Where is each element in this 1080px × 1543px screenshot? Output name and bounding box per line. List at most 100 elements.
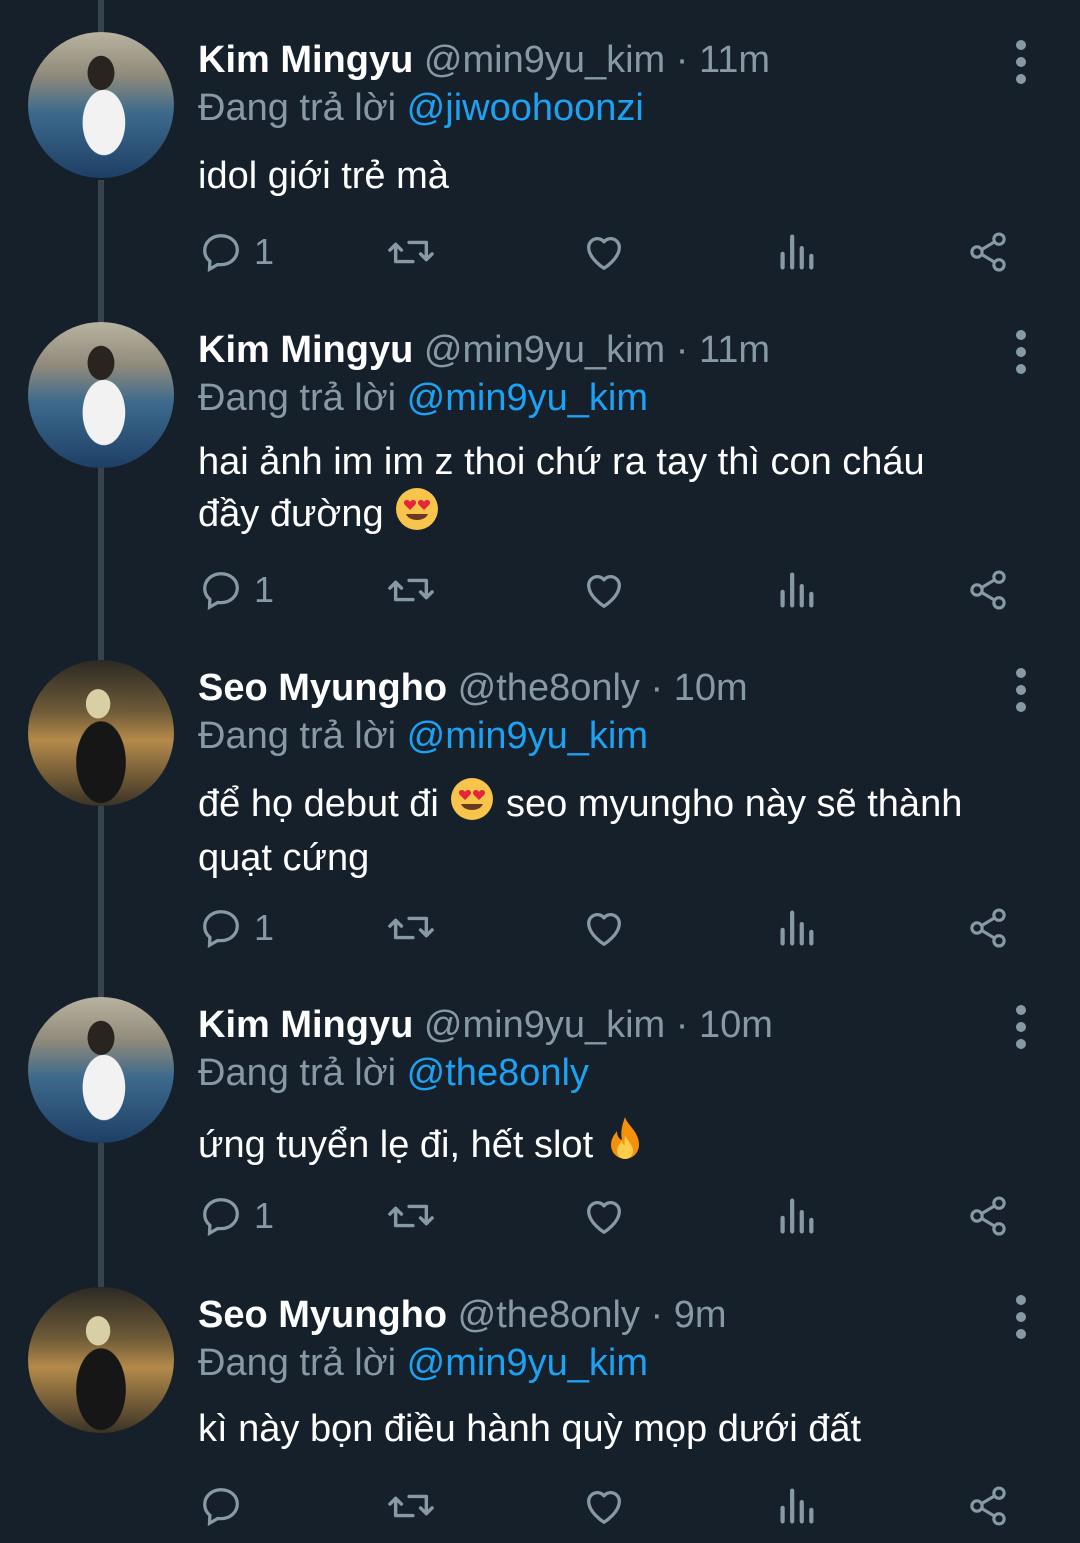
timestamp[interactable]: · 11m <box>676 329 770 371</box>
tweet-text-segment: để họ debut đi <box>198 783 439 825</box>
tweet[interactable]: Kim Mingyu @min9yu_kim · 10m Đang trả lờ… <box>0 995 1080 1267</box>
reply-button[interactable]: 1 <box>198 1186 274 1246</box>
reply-count: 1 <box>254 569 275 610</box>
reply-prefix: Đang trả lời <box>198 1342 397 1384</box>
reply-prefix: Đang trả lời <box>198 377 397 419</box>
share-icon <box>970 908 1006 948</box>
like-button[interactable] <box>581 560 627 620</box>
retweet-button[interactable] <box>386 222 436 282</box>
avatar[interactable] <box>28 997 174 1143</box>
reply-button[interactable]: 1 <box>198 898 274 958</box>
tweet[interactable]: Kim Mingyu @min9yu_kim · 11m Đang trả lờ… <box>0 320 1080 640</box>
reply-icon <box>203 572 239 611</box>
timestamp[interactable]: · 9m <box>650 1294 726 1336</box>
analytics-button[interactable] <box>776 1476 816 1536</box>
reply-count: 1 <box>254 907 275 948</box>
analytics-button[interactable] <box>776 222 816 282</box>
tweet[interactable]: Seo Myungho @the8only · 10m Đang trả lời… <box>0 658 1080 978</box>
author-name[interactable]: Kim Mingyu <box>198 329 413 371</box>
share-button[interactable] <box>966 222 1010 282</box>
heart-icon <box>587 237 621 270</box>
more-options-icon[interactable] <box>1004 36 1038 88</box>
retweet-button[interactable] <box>386 1186 436 1246</box>
tweet[interactable]: Seo Myungho @the8only · 9m Đang trả lời … <box>0 1285 1080 1543</box>
tweet[interactable]: Kim Mingyu @min9yu_kim · 11m Đang trả lờ… <box>0 30 1080 300</box>
reply-count: 1 <box>254 1195 275 1236</box>
reply-icon <box>203 1198 239 1237</box>
share-icon <box>970 570 1006 610</box>
tweet-text-segment: seo myungho này sẽ thành <box>506 783 963 825</box>
analytics-button[interactable] <box>776 560 816 620</box>
retweet-icon <box>388 578 434 602</box>
author-name[interactable]: Kim Mingyu <box>198 39 413 81</box>
tweet-text: idol giới trẻ mà <box>198 152 1038 200</box>
more-options-icon[interactable] <box>1004 1291 1038 1343</box>
analytics-icon <box>780 234 814 270</box>
reply-prefix: Đang trả lời <box>198 715 397 757</box>
share-button[interactable] <box>966 898 1010 958</box>
like-button[interactable] <box>581 1186 627 1246</box>
thread-line <box>98 0 104 32</box>
avatar[interactable] <box>28 660 174 806</box>
like-button[interactable] <box>581 898 627 958</box>
share-icon <box>970 1196 1006 1236</box>
avatar[interactable] <box>28 32 174 178</box>
author-handle[interactable]: @min9yu_kim <box>424 1004 665 1046</box>
share-button[interactable] <box>966 1186 1010 1246</box>
author-name[interactable]: Kim Mingyu <box>198 1004 413 1046</box>
avatar[interactable] <box>28 322 174 468</box>
tweet-actions: 1 <box>198 1186 1028 1246</box>
heart-icon <box>587 575 621 608</box>
tweet-text-line: idol giới trẻ mà <box>198 155 449 197</box>
more-options-icon[interactable] <box>1004 664 1038 716</box>
author-name[interactable]: Seo Myungho <box>198 1294 447 1336</box>
avatar[interactable] <box>28 1287 174 1433</box>
tweet-actions <box>198 1476 1028 1536</box>
heart-icon <box>587 1491 621 1524</box>
share-button[interactable] <box>966 560 1010 620</box>
more-options-icon[interactable] <box>1004 326 1038 378</box>
analytics-button[interactable] <box>776 898 816 958</box>
like-button[interactable] <box>581 222 627 282</box>
author-handle[interactable]: @the8only <box>458 667 640 709</box>
share-button[interactable] <box>966 1476 1010 1536</box>
replying-to: Đang trả lời @min9yu_kim <box>198 370 648 426</box>
tweet-actions: 1 <box>198 560 1028 620</box>
timestamp[interactable]: · 10m <box>676 1004 773 1046</box>
mention-link[interactable]: @min9yu_kim <box>407 377 648 419</box>
tweet-text-line: hai ảnh im im z thoi chứ ra tay thì con … <box>198 441 925 483</box>
retweet-button[interactable] <box>386 1476 436 1536</box>
author-name[interactable]: Seo Myungho <box>198 667 447 709</box>
author-handle[interactable]: @min9yu_kim <box>424 329 665 371</box>
share-icon <box>970 1486 1006 1526</box>
analytics-button[interactable] <box>776 1186 816 1246</box>
mention-link[interactable]: @jiwoohoonzi <box>407 87 644 129</box>
tweet-text-line: đầy đường <box>198 493 384 535</box>
reply-button[interactable] <box>198 1476 254 1536</box>
tweet-text: kì này bọn điều hành quỳ mọp dưới đất <box>198 1405 1038 1453</box>
mention-link[interactable]: @min9yu_kim <box>407 715 648 757</box>
more-options-icon[interactable] <box>1004 1001 1038 1053</box>
retweet-icon <box>388 1494 434 1518</box>
like-button[interactable] <box>581 1476 627 1536</box>
reply-button[interactable]: 1 <box>198 222 274 282</box>
replying-to: Đang trả lời @jiwoohoonzi <box>198 80 644 136</box>
replying-to: Đang trả lời @min9yu_kim <box>198 1335 648 1391</box>
retweet-button[interactable] <box>386 898 436 958</box>
reply-icon <box>203 1488 239 1527</box>
retweet-button[interactable] <box>386 560 436 620</box>
tweet-text-line: ứng tuyển lẹ đi, hết slot <box>198 1124 594 1166</box>
author-handle[interactable]: @min9yu_kim <box>424 39 665 81</box>
retweet-icon <box>388 1204 434 1228</box>
reply-icon <box>203 234 239 273</box>
tweet-text-line: kì này bọn điều hành quỳ mọp dưới đất <box>198 1408 862 1450</box>
mention-link[interactable]: @min9yu_kim <box>407 1342 648 1384</box>
tweet-actions: 1 <box>198 222 1028 282</box>
timestamp[interactable]: · 10m <box>650 667 747 709</box>
share-icon <box>970 232 1006 272</box>
mention-link[interactable]: @the8only <box>407 1052 589 1094</box>
tweet-text: hai ảnh im im z thoi chứ ra tay thì con … <box>198 438 1038 544</box>
author-handle[interactable]: @the8only <box>458 1294 640 1336</box>
reply-button[interactable]: 1 <box>198 560 274 620</box>
timestamp[interactable]: · 11m <box>676 39 770 81</box>
